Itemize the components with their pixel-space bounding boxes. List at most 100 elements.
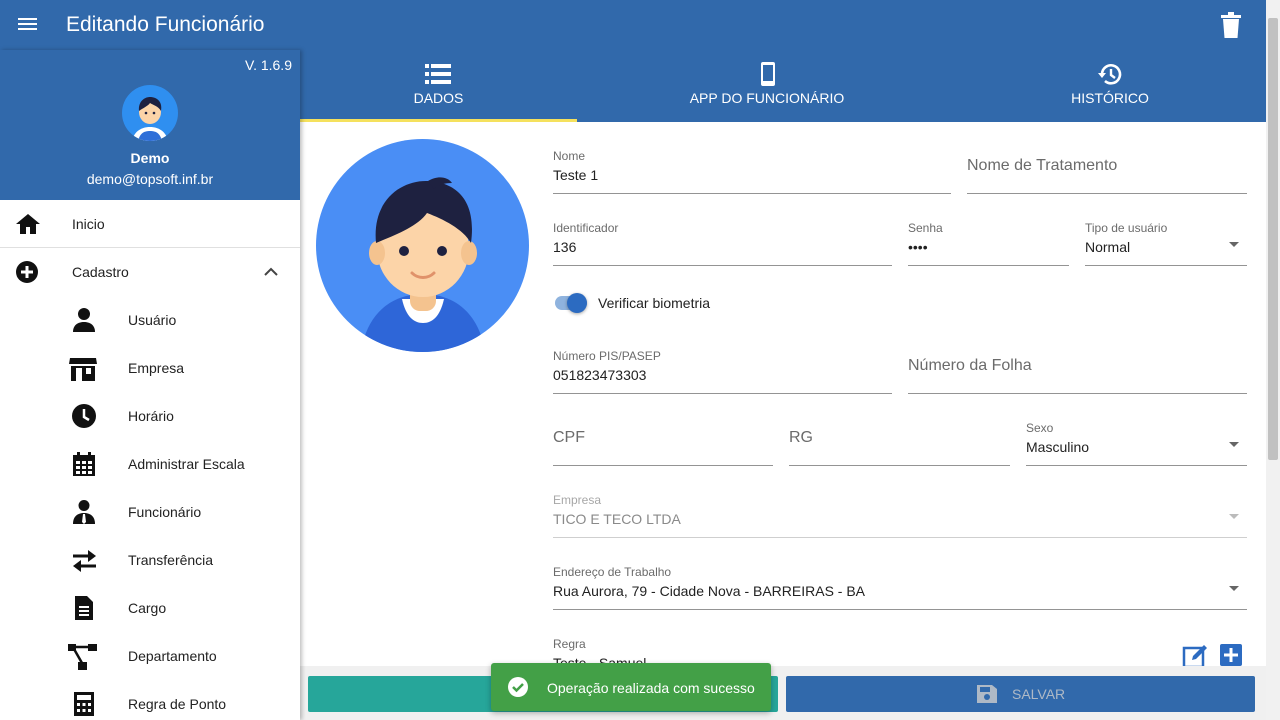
pis-label: Número PIS/PASEP bbox=[553, 349, 661, 363]
nome-tratamento-placeholder: Nome de Tratamento bbox=[967, 157, 1118, 174]
endereco-label: Endereço de Trabalho bbox=[553, 565, 672, 579]
empresa-value: TICO E TECO LTDA bbox=[553, 511, 681, 527]
tipo-usuario-select[interactable]: Tipo de usuário Normal bbox=[1085, 215, 1247, 266]
trash-icon[interactable] bbox=[1220, 12, 1242, 38]
user-avatar-icon bbox=[132, 97, 168, 141]
avatar bbox=[122, 85, 178, 141]
sidebar-item-label: Inicio bbox=[72, 216, 105, 232]
endereco-value: Rua Aurora, 79 - Cidade Nova - BARREIRAS… bbox=[553, 583, 866, 599]
profile-panel: V. 1.6.9 Demo demo@topsoft.inf.br bbox=[0, 50, 300, 200]
pis-field[interactable]: Número PIS/PASEP 051823473303 bbox=[553, 343, 892, 394]
tipo-usuario-label: Tipo de usuário bbox=[1085, 221, 1168, 235]
nome-tratamento-field[interactable]: Nome de Tratamento bbox=[967, 143, 1247, 194]
tipo-usuario-value: Normal bbox=[1085, 239, 1131, 255]
nome-value: Teste 1 bbox=[553, 167, 599, 183]
hierarchy-icon bbox=[68, 644, 97, 670]
cpf-placeholder: CPF bbox=[553, 429, 585, 446]
numero-folha-placeholder: Número da Folha bbox=[908, 357, 1032, 374]
sidebar-item-administrar-escala[interactable]: Administrar Escala bbox=[0, 440, 300, 488]
person-icon bbox=[73, 308, 95, 332]
identificador-label: Identificador bbox=[553, 221, 619, 235]
sidebar-item-label: Administrar Escala bbox=[128, 456, 245, 472]
dropdown-arrow-icon bbox=[1229, 242, 1239, 247]
rg-placeholder: RG bbox=[789, 429, 813, 446]
sidebar-item-cargo[interactable]: Cargo bbox=[0, 584, 300, 632]
pis-value: 051823473303 bbox=[553, 367, 647, 383]
biometria-toggle[interactable] bbox=[553, 292, 589, 314]
sidebar-item-label: Funcionário bbox=[128, 504, 202, 520]
identificador-field[interactable]: Identificador 136 bbox=[553, 215, 892, 266]
senha-label: Senha bbox=[908, 221, 943, 235]
tab-bar: DADOS APP DO FUNCIONÁRIO HISTÓRICO bbox=[300, 50, 1266, 122]
save-button[interactable]: SALVAR bbox=[786, 676, 1255, 712]
user-name: Demo bbox=[130, 150, 170, 166]
sidebar-item-regra-de-ponto[interactable]: Regra de Ponto bbox=[0, 680, 300, 720]
sidebar-item-empresa[interactable]: Empresa bbox=[0, 344, 300, 392]
scrollbar[interactable] bbox=[1266, 0, 1280, 720]
user-email: demo@topsoft.inf.br bbox=[86, 171, 214, 187]
nome-label: Nome bbox=[553, 149, 586, 163]
employee-icon bbox=[73, 500, 95, 524]
home-icon bbox=[16, 214, 40, 234]
app-version: V. 1.6.9 bbox=[245, 57, 292, 73]
employee-avatar-icon bbox=[361, 177, 485, 352]
list-icon bbox=[425, 64, 451, 84]
empresa-select: Empresa TICO E TECO LTDA bbox=[553, 487, 1247, 538]
tab-label: DADOS bbox=[413, 90, 464, 106]
document-icon bbox=[75, 596, 93, 620]
employee-photo[interactable] bbox=[316, 139, 529, 352]
phone-icon bbox=[761, 62, 775, 86]
numero-folha-field[interactable]: Número da Folha bbox=[908, 343, 1247, 394]
sidebar-item-label: Horário bbox=[128, 408, 174, 424]
swap-icon bbox=[73, 550, 96, 572]
toggle-knob bbox=[567, 293, 587, 313]
sidebar-item-cadastro[interactable]: Cadastro bbox=[0, 248, 300, 296]
sidebar-item-label: Regra de Ponto bbox=[128, 696, 227, 712]
sidebar-item-transferencia[interactable]: Transferência bbox=[0, 536, 300, 584]
tab-label: HISTÓRICO bbox=[1071, 90, 1149, 106]
calendar-icon bbox=[73, 452, 95, 476]
scrollbar-thumb[interactable] bbox=[1268, 18, 1278, 460]
menu-icon[interactable] bbox=[18, 15, 40, 35]
identificador-value: 136 bbox=[553, 239, 577, 255]
toast-message: Operação realizada com sucesso bbox=[547, 680, 755, 696]
clock-icon bbox=[72, 404, 96, 428]
rg-field[interactable]: RG bbox=[789, 415, 1010, 466]
sidebar-item-label: Usuário bbox=[128, 312, 177, 328]
sidebar: V. 1.6.9 Demo demo@topsoft.inf.br Inicio… bbox=[0, 50, 300, 720]
empresa-label: Empresa bbox=[553, 493, 602, 507]
sexo-label: Sexo bbox=[1026, 421, 1054, 435]
dropdown-arrow-icon bbox=[1229, 514, 1239, 519]
add-circle-icon bbox=[16, 261, 38, 283]
history-icon bbox=[1098, 64, 1122, 85]
calculator-icon bbox=[74, 692, 94, 716]
dropdown-arrow-icon bbox=[1229, 586, 1239, 591]
sidebar-item-horario[interactable]: Horário bbox=[0, 392, 300, 440]
cpf-field[interactable]: CPF bbox=[553, 415, 773, 466]
save-label: SALVAR bbox=[1012, 686, 1066, 702]
tab-dados[interactable]: DADOS bbox=[300, 50, 577, 122]
sidebar-item-label: Cargo bbox=[128, 600, 167, 616]
page-title: Editando Funcionário bbox=[66, 13, 265, 36]
tab-label: APP DO FUNCIONÁRIO bbox=[689, 90, 845, 106]
app-bar: Editando Funcionário bbox=[0, 0, 1266, 50]
store-icon bbox=[69, 358, 97, 381]
endereco-select[interactable]: Endereço de Trabalho Rua Aurora, 79 - Ci… bbox=[553, 559, 1247, 610]
sexo-select[interactable]: Sexo Masculino bbox=[1026, 415, 1247, 466]
senha-field[interactable]: Senha •••• bbox=[908, 215, 1069, 266]
regra-label: Regra bbox=[553, 637, 586, 651]
sidebar-item-inicio[interactable]: Inicio bbox=[0, 200, 300, 248]
biometria-label: Verificar biometria bbox=[598, 295, 711, 311]
nome-field[interactable]: Nome Teste 1 bbox=[553, 143, 951, 194]
sidebar-item-departamento[interactable]: Departamento bbox=[0, 632, 300, 680]
sidebar-item-label: Cadastro bbox=[72, 264, 129, 280]
tab-app-do-funcionario[interactable]: APP DO FUNCIONÁRIO bbox=[677, 50, 857, 122]
chevron-up-icon[interactable] bbox=[264, 266, 278, 276]
sidebar-item-funcionario[interactable]: Funcionário bbox=[0, 488, 300, 536]
sidebar-item-usuario[interactable]: Usuário bbox=[0, 296, 300, 344]
success-toast: Operação realizada com sucesso bbox=[491, 663, 771, 711]
tab-historico[interactable]: HISTÓRICO bbox=[1060, 50, 1160, 122]
check-circle-icon bbox=[508, 677, 528, 697]
dropdown-arrow-icon bbox=[1229, 442, 1239, 447]
sidebar-item-label: Transferência bbox=[128, 552, 214, 568]
